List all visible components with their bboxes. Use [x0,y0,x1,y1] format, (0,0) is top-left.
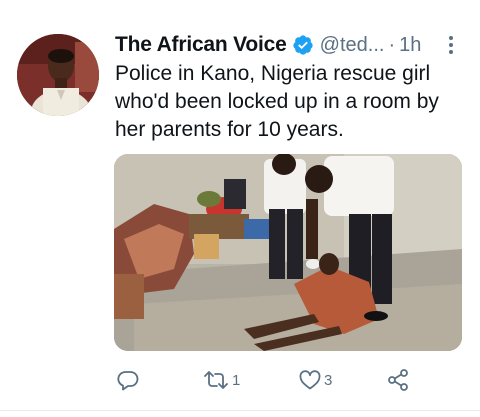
tweet-actions: 1 3 [114,366,414,394]
tweet-header: The African Voice @ted... · 1h [115,30,421,60]
like-button[interactable]: 3 [298,366,332,394]
tweet-divider [0,410,480,411]
share-button[interactable] [386,366,410,394]
retweet-count: 1 [232,371,241,389]
heart-icon [298,368,322,392]
reply-button[interactable] [116,366,142,394]
user-handle[interactable]: @ted... [320,34,385,57]
reply-icon [116,368,140,392]
tweet-photo[interactable] [114,154,462,351]
tweet-text-line: her parents for 10 years. [115,118,344,141]
retweet-icon [202,368,230,392]
retweet-button[interactable]: 1 [202,366,240,394]
tweet-text: Police in Kano, Nigeria rescue girl who'… [115,60,465,144]
timestamp[interactable]: 1h [399,34,421,57]
tweet-card[interactable]: The African Voice @ted... · 1h Police in… [0,0,480,417]
verified-badge-icon [292,34,314,56]
like-count: 3 [324,371,333,389]
share-icon [386,368,410,392]
display-name[interactable]: The African Voice [115,33,287,57]
avatar[interactable] [17,34,99,116]
tweet-text-line: who'd been locked up in a room by [115,90,439,113]
separator-dot: · [388,33,396,56]
more-options-icon[interactable] [444,34,458,56]
tweet-text-line: Police in Kano, Nigeria rescue girl [115,62,431,85]
